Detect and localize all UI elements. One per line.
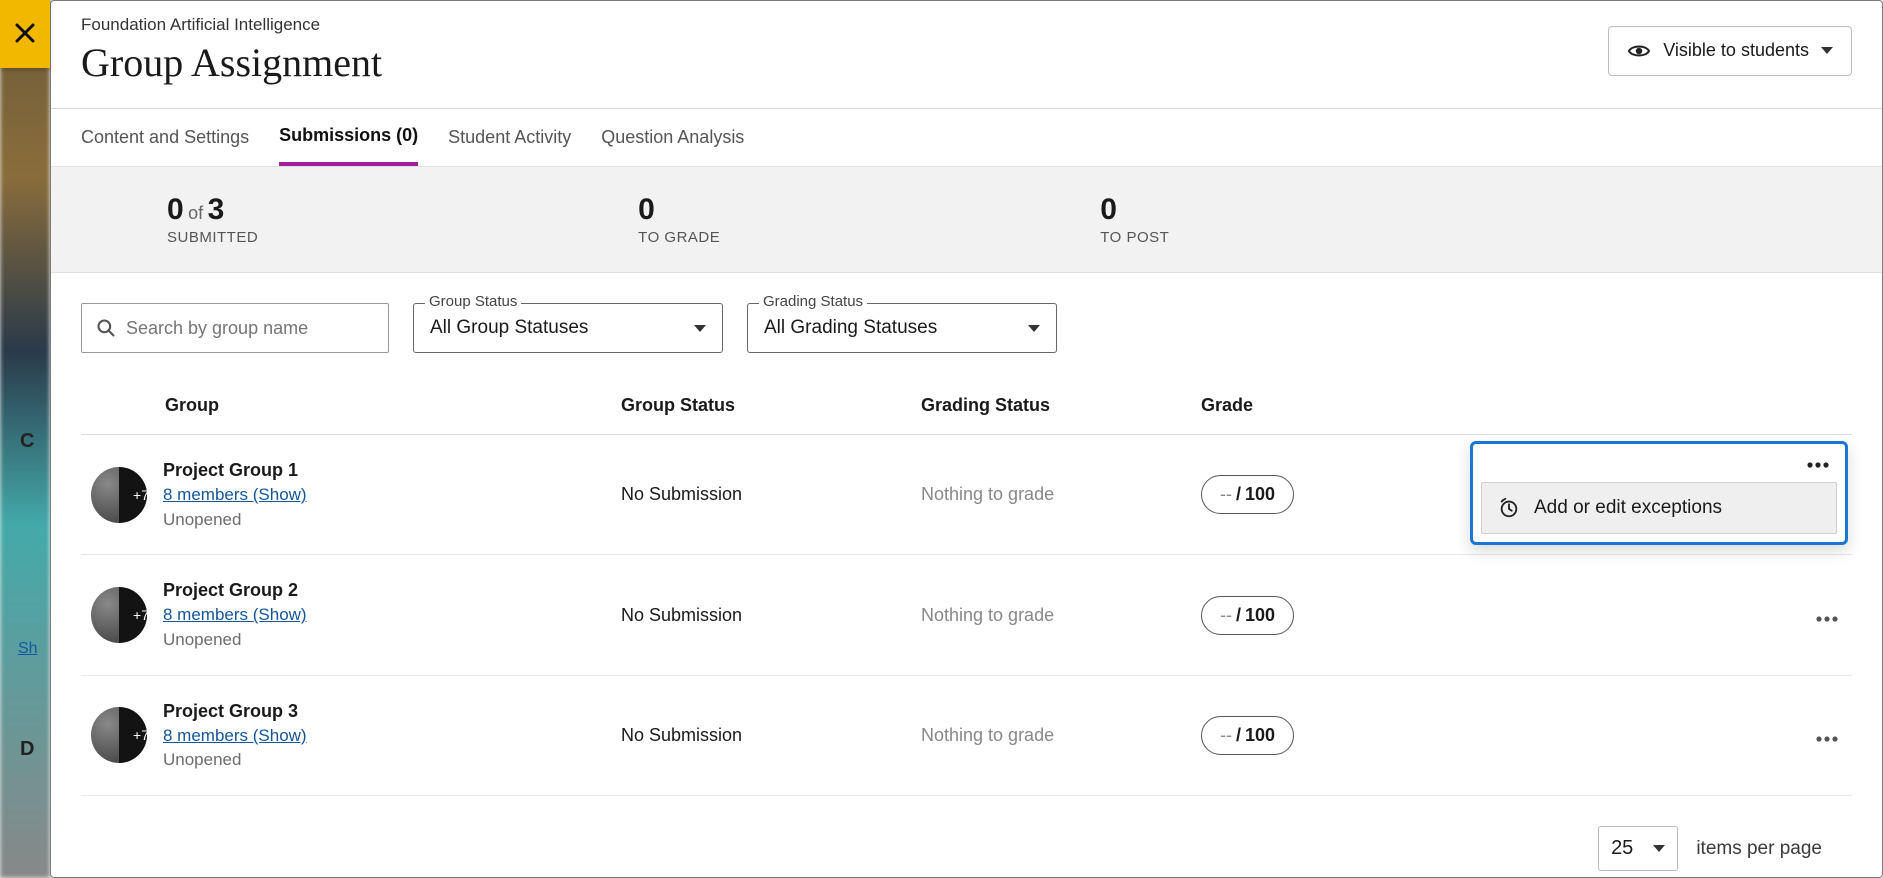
table-row: +7 Project Group 2 8 members (Show) Unop… xyxy=(81,555,1852,675)
grade-sep: / xyxy=(1236,484,1241,505)
menu-item-label: Add or edit exceptions xyxy=(1534,497,1722,519)
search-wrap xyxy=(81,303,389,353)
grade-max: 100 xyxy=(1245,725,1275,746)
stat-to-post-label: TO POST xyxy=(1100,229,1169,246)
stat-to-grade: 0 TO GRADE xyxy=(638,193,720,246)
stat-to-grade-label: TO GRADE xyxy=(638,229,720,246)
group-status-filter: Group Status All Group Statuses xyxy=(413,303,723,353)
stat-to-post-count: 0 xyxy=(1100,193,1117,226)
group-status-cell: No Submission xyxy=(621,675,921,795)
header: Foundation Artificial Intelligence Group… xyxy=(51,1,1882,109)
bg-letter-c: C xyxy=(20,430,34,453)
members-link[interactable]: 8 members (Show) xyxy=(163,605,307,624)
open-status: Unopened xyxy=(163,748,307,773)
tab-submissions[interactable]: Submissions (0) xyxy=(279,109,418,166)
page-title: Group Assignment xyxy=(81,39,382,86)
visibility-label: Visible to students xyxy=(1663,40,1809,61)
group-name: Project Group 3 xyxy=(163,698,307,724)
stats-bar: 0 of 3 SUBMITTED 0 TO GRADE 0 TO POST xyxy=(51,167,1882,273)
column-actions xyxy=(1421,377,1852,435)
chevron-down-icon xyxy=(1821,47,1833,54)
avatar-overflow-badge: +7 xyxy=(133,727,149,743)
group-status-label: Group Status xyxy=(425,293,521,310)
grade-sep: / xyxy=(1236,725,1241,746)
grading-status-cell: Nothing to grade xyxy=(921,555,1201,675)
grade-value: -- xyxy=(1220,605,1232,626)
stat-submitted-of: of xyxy=(188,203,203,223)
stat-submitted-total: 3 xyxy=(208,193,225,226)
more-actions-button[interactable] xyxy=(1810,595,1844,635)
table-row: +7 Project Group 1 8 members (Show) Unop… xyxy=(81,435,1852,555)
grade-max: 100 xyxy=(1245,605,1275,626)
filters-row: Group Status All Group Statuses Grading … xyxy=(51,273,1882,363)
group-name: Project Group 1 xyxy=(163,457,307,483)
course-name: Foundation Artificial Intelligence xyxy=(81,15,382,35)
column-grading-status: Grading Status xyxy=(921,377,1201,435)
grade-pill[interactable]: -- / 100 xyxy=(1201,716,1294,755)
avatar-stack: +7 xyxy=(91,587,147,643)
chevron-down-icon xyxy=(1028,325,1040,332)
chevron-down-icon xyxy=(1653,845,1665,852)
close-button[interactable] xyxy=(0,0,50,68)
grading-status-filter: Grading Status All Grading Statuses xyxy=(747,303,1057,353)
row-actions-menu: Add or edit exceptions xyxy=(1470,441,1848,545)
group-status-cell: No Submission xyxy=(621,555,921,675)
open-status: Unopened xyxy=(163,508,307,533)
column-grade: Grade xyxy=(1201,377,1421,435)
grade-pill[interactable]: -- / 100 xyxy=(1201,596,1294,635)
stat-submitted: 0 of 3 SUBMITTED xyxy=(167,193,258,246)
chevron-down-icon xyxy=(694,325,706,332)
stat-submitted-count: 0 xyxy=(167,193,184,226)
grade-sep: / xyxy=(1236,605,1241,626)
items-per-page-select[interactable]: 25 xyxy=(1598,826,1678,871)
menu-item-add-exceptions[interactable]: Add or edit exceptions xyxy=(1481,482,1837,534)
members-link[interactable]: 8 members (Show) xyxy=(163,485,307,504)
close-icon xyxy=(13,16,37,53)
eye-icon xyxy=(1627,39,1651,63)
grade-max: 100 xyxy=(1245,484,1275,505)
bg-letter-d: D xyxy=(20,738,34,761)
main-panel: Foundation Artificial Intelligence Group… xyxy=(50,0,1883,878)
group-status-cell: No Submission xyxy=(621,435,921,555)
avatar-stack: +7 xyxy=(91,707,147,763)
column-group: Group xyxy=(81,377,621,435)
grading-status-cell: Nothing to grade xyxy=(921,435,1201,555)
stat-to-post: 0 TO POST xyxy=(1100,193,1169,246)
table-row: +7 Project Group 3 8 members (Show) Unop… xyxy=(81,675,1852,795)
visibility-dropdown[interactable]: Visible to students xyxy=(1608,26,1852,76)
column-group-status: Group Status xyxy=(621,377,921,435)
avatar-overflow-badge: +7 xyxy=(133,607,149,623)
avatar-stack: +7 xyxy=(91,467,147,523)
grading-status-cell: Nothing to grade xyxy=(921,675,1201,795)
more-actions-button[interactable] xyxy=(1810,715,1844,755)
grading-status-select[interactable]: All Grading Statuses xyxy=(747,303,1057,353)
group-name: Project Group 2 xyxy=(163,577,307,603)
pagination: 25 items per page xyxy=(51,796,1882,878)
per-page-value: 25 xyxy=(1611,837,1633,860)
tab-student-activity[interactable]: Student Activity xyxy=(448,109,571,166)
tab-content-settings[interactable]: Content and Settings xyxy=(81,109,249,166)
tabs: Content and Settings Submissions (0) Stu… xyxy=(51,109,1882,167)
group-status-select[interactable]: All Group Statuses xyxy=(413,303,723,353)
grade-value: -- xyxy=(1220,484,1232,505)
search-icon xyxy=(96,318,116,338)
tab-question-analysis[interactable]: Question Analysis xyxy=(601,109,744,166)
stat-submitted-label: SUBMITTED xyxy=(167,229,258,246)
groups-table: Group Group Status Grading Status Grade … xyxy=(81,377,1852,796)
more-actions-button[interactable] xyxy=(1801,441,1835,481)
stat-to-grade-count: 0 xyxy=(638,193,655,226)
grading-status-value: All Grading Statuses xyxy=(764,317,937,339)
search-input[interactable] xyxy=(82,304,388,352)
open-status: Unopened xyxy=(163,628,307,653)
clock-icon xyxy=(1498,497,1520,519)
per-page-label: items per page xyxy=(1696,838,1822,860)
bg-link-sh: Sh xyxy=(18,640,38,658)
grading-status-label: Grading Status xyxy=(759,293,867,310)
members-link[interactable]: 8 members (Show) xyxy=(163,726,307,745)
grade-pill[interactable]: -- / 100 xyxy=(1201,475,1294,514)
grade-value: -- xyxy=(1220,725,1232,746)
avatar-overflow-badge: +7 xyxy=(133,487,149,503)
group-status-value: All Group Statuses xyxy=(430,317,588,339)
